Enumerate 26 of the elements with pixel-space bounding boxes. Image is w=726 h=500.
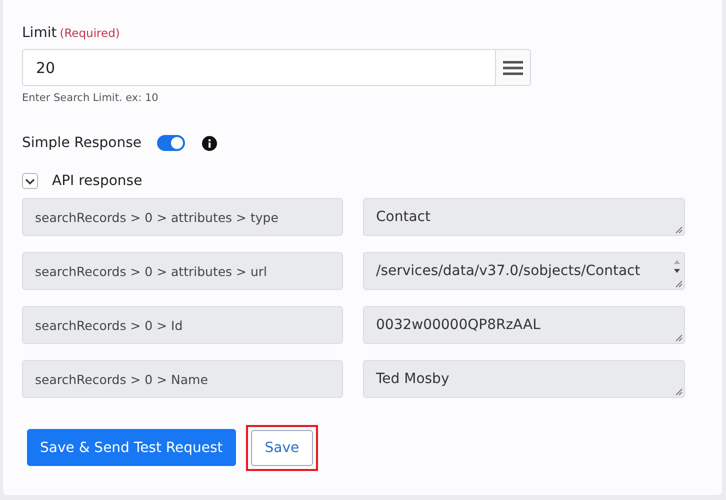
- expand-checkbox[interactable]: [22, 173, 38, 189]
- limit-input[interactable]: 20: [22, 49, 496, 86]
- resize-grip-icon[interactable]: [675, 280, 683, 288]
- value-field[interactable]: Ted Mosby: [363, 360, 685, 398]
- field-label: Limit: [22, 25, 57, 41]
- resize-grip-icon[interactable]: [675, 388, 683, 396]
- menu-icon: [503, 60, 523, 74]
- key-field: searchRecords > 0 > Name: [22, 360, 343, 398]
- menu-button[interactable]: [496, 49, 531, 86]
- value-field[interactable]: 0032w00000QP8RzAAL: [363, 306, 685, 344]
- value-field[interactable]: /services/data/v37.0/sobjects/Contact: [363, 252, 685, 290]
- key-field: searchRecords > 0 > Id: [22, 306, 343, 344]
- section-label: API response: [52, 173, 142, 189]
- info-icon[interactable]: [202, 136, 216, 150]
- toggle-label: Simple Response: [22, 135, 142, 151]
- field-hint: Enter Search Limit. ex: 10: [22, 92, 160, 104]
- resize-grip-icon[interactable]: [675, 334, 683, 342]
- required-label: (Required): [60, 26, 120, 40]
- resize-grip-icon[interactable]: [675, 226, 683, 234]
- value-field[interactable]: Contact: [363, 198, 685, 236]
- save-button[interactable]: Save: [250, 430, 314, 466]
- chevron-icon: [25, 178, 35, 184]
- send-test-button[interactable]: Save & Send Test Request: [27, 429, 236, 466]
- toggle-switch[interactable]: [156, 135, 184, 151]
- key-field: searchRecords > 0 > attributes > type: [22, 198, 343, 236]
- key-field: searchRecords > 0 > attributes > url: [22, 252, 343, 290]
